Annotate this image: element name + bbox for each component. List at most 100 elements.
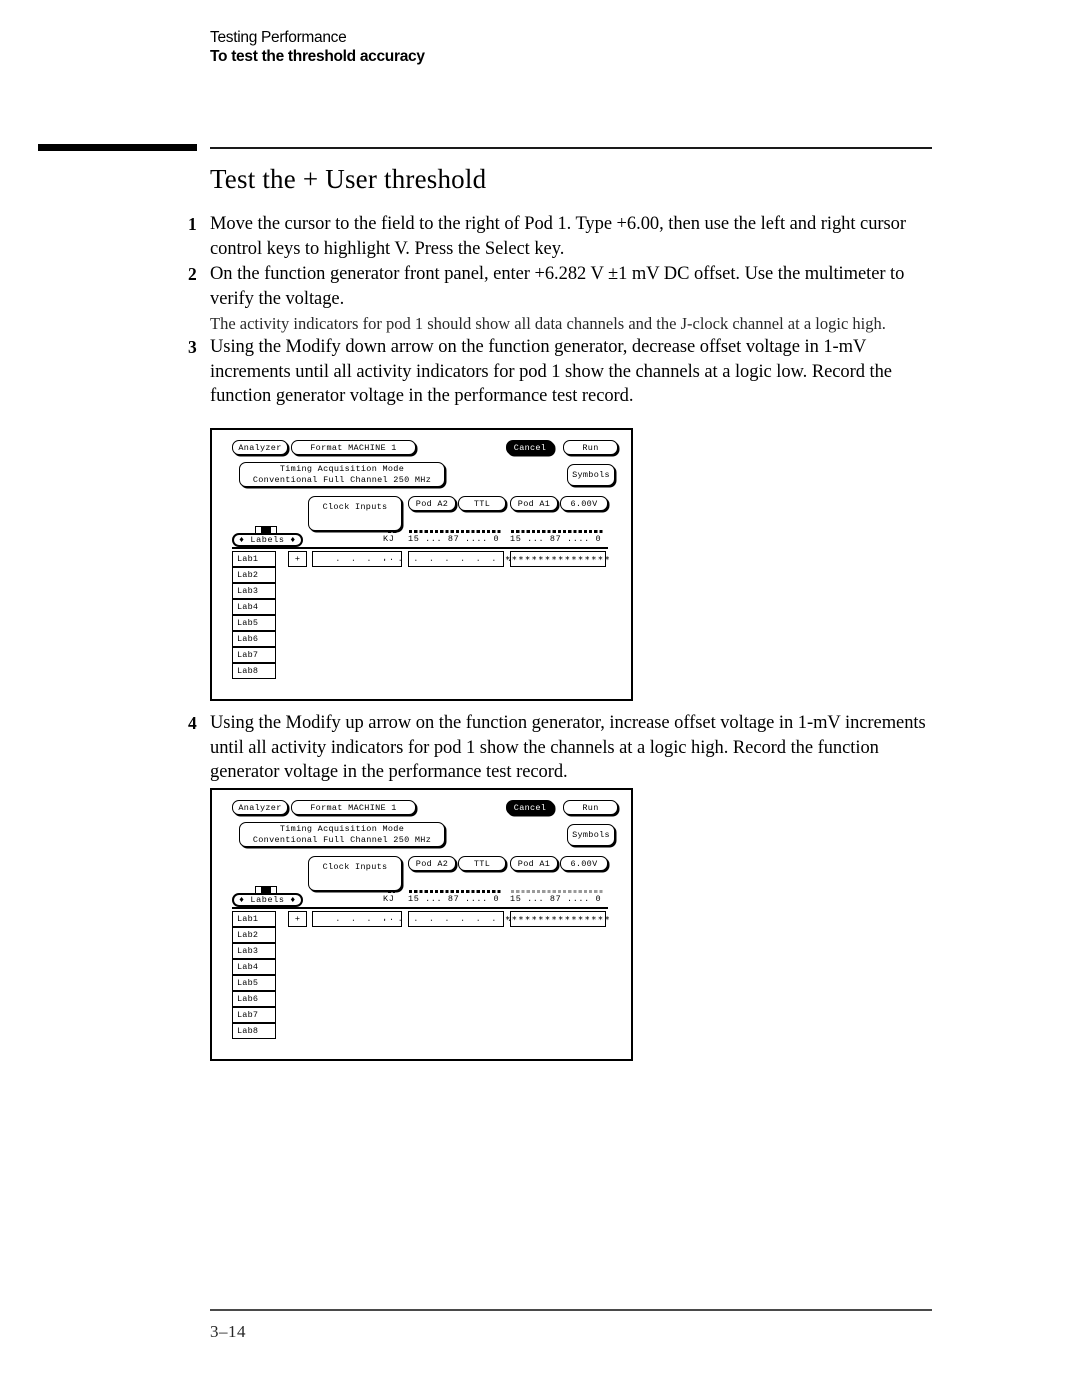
label-row-2[interactable]: Lab2 <box>232 927 276 943</box>
header-topic: To test the threshold accuracy <box>210 48 425 65</box>
label-row-5[interactable]: Lab5 <box>232 615 276 631</box>
step-1: 1 Move the cursor to the field to the ri… <box>186 212 934 261</box>
label-row-4[interactable]: Lab4 <box>232 959 276 975</box>
label-text: Lab5 <box>237 978 259 988</box>
label-text: Lab2 <box>237 930 259 940</box>
format-machine-button[interactable]: Format MACHINE 1 <box>291 440 416 455</box>
running-header: Testing Performance To test the threshol… <box>210 28 910 67</box>
step-number: 4 <box>188 713 197 733</box>
pod-a1-column-heading: 15 ... 87 .... 0 <box>510 534 602 544</box>
pod-a2-threshold-button[interactable]: TTL <box>458 856 506 871</box>
label-row-3[interactable]: Lab3 <box>232 943 276 959</box>
polarity-button[interactable]: + <box>288 911 307 927</box>
threshold-label: 6.00V <box>570 498 598 509</box>
pod-a1-threshold-button[interactable]: 6.00V <box>560 496 608 511</box>
symbols-label: Symbols <box>572 830 610 840</box>
analyzer-button[interactable]: Analyzer <box>232 440 288 455</box>
label-row-2[interactable]: Lab2 <box>232 567 276 583</box>
labels-label: ♦ Labels ♦ <box>238 535 296 545</box>
pod-a2-button[interactable]: Pod A2 <box>408 856 456 871</box>
footer-rule <box>210 1309 932 1311</box>
step-number: 3 <box>188 337 197 357</box>
pod-a1-activity-indicator: ∗∗∗∗∗∗∗∗∗∗∗∗∗∗∗∗ <box>505 913 611 924</box>
step-2-note: The activity indicators for pod 1 should… <box>210 314 886 333</box>
title-rule-bar <box>38 144 197 151</box>
column-header-divider <box>232 907 608 909</box>
polarity-button[interactable]: + <box>288 551 307 567</box>
step-2: 2 On the function generator front panel,… <box>186 262 934 311</box>
step-3: 3 Using the Modify down arrow on the fun… <box>186 335 934 409</box>
pod-a2-button[interactable]: Pod A2 <box>408 496 456 511</box>
analyzer-label: Analyzer <box>238 802 282 813</box>
step-text: Using the Modify down arrow on the funct… <box>210 337 892 406</box>
label-row-1[interactable]: Lab1 <box>232 911 276 927</box>
analyzer-label: Analyzer <box>238 442 282 453</box>
label-text: Lab3 <box>237 586 259 596</box>
ttl-label: TTL <box>473 498 491 509</box>
page-title: Test the + User threshold <box>210 164 487 194</box>
instrument-screen-figure-2: Analyzer Format MACHINE 1 Cancel Run Tim… <box>210 788 633 1061</box>
label-row-1[interactable]: Lab1 <box>232 551 276 567</box>
clock-inputs-button[interactable]: Clock Inputs <box>308 856 402 891</box>
pod-a1-button[interactable]: Pod A1 <box>510 496 558 511</box>
run-label: Run <box>582 802 599 813</box>
pod-a1-button[interactable]: Pod A1 <box>510 856 558 871</box>
polarity-label: + <box>294 554 301 564</box>
procedure-steps: 1 Move the cursor to the field to the ri… <box>186 212 934 410</box>
acquisition-mode-button[interactable]: Timing Acquisition Mode Conventional Ful… <box>239 822 445 847</box>
label-row-7[interactable]: Lab7 <box>232 1007 276 1023</box>
label-row-5[interactable]: Lab5 <box>232 975 276 991</box>
polarity-label: + <box>294 914 301 924</box>
acq-mode-value: Conventional Full Channel 250 MHz <box>252 834 432 845</box>
symbols-button[interactable]: Symbols <box>567 824 615 846</box>
label-row-6[interactable]: Lab6 <box>232 991 276 1007</box>
clock-inputs-button[interactable]: Clock Inputs <box>308 496 402 531</box>
step-number: 2 <box>188 264 197 284</box>
pod-a1-column-heading: 15 ... 87 .... 0 <box>510 894 602 904</box>
header-chapter: Testing Performance <box>210 29 347 46</box>
cancel-label: Cancel <box>513 802 547 813</box>
format-machine-button[interactable]: Format MACHINE 1 <box>291 800 416 815</box>
clock-assignment-bar <box>388 530 397 533</box>
run-button[interactable]: Run <box>563 440 618 455</box>
label-row-8[interactable]: Lab8 <box>232 1023 276 1039</box>
pod-a1-threshold-button[interactable]: 6.00V <box>560 856 608 871</box>
cancel-label: Cancel <box>513 442 547 453</box>
labels-button[interactable]: ♦ Labels ♦ <box>232 893 303 907</box>
label-text: Lab8 <box>237 1026 259 1036</box>
format-label: Format MACHINE 1 <box>310 442 397 453</box>
step-4: 4 Using the Modify up arrow on the funct… <box>186 711 934 785</box>
labels-button[interactable]: ♦ Labels ♦ <box>232 533 303 547</box>
label-row-8[interactable]: Lab8 <box>232 663 276 679</box>
label-text: Lab3 <box>237 946 259 956</box>
analyzer-button[interactable]: Analyzer <box>232 800 288 815</box>
acquisition-mode-button[interactable]: Timing Acquisition Mode Conventional Ful… <box>239 462 445 487</box>
label-text: Lab4 <box>237 602 259 612</box>
acq-mode-value: Conventional Full Channel 250 MHz <box>252 474 432 485</box>
clock-inputs-label: Clock Inputs <box>322 862 388 872</box>
pod-a1-activity-box[interactable]: ∗∗∗∗∗∗∗∗∗∗∗∗∗∗∗∗ <box>505 911 610 927</box>
label-row-3[interactable]: Lab3 <box>232 583 276 599</box>
pod-a1-activity-box[interactable]: ∗∗∗∗∗∗∗∗∗∗∗∗∗∗∗∗ <box>505 551 610 567</box>
step-text: On the function generator front panel, e… <box>210 264 905 309</box>
pod-a1-assignment-bar <box>511 530 603 533</box>
pod-a1-label: Pod A1 <box>517 498 551 509</box>
label-row-4[interactable]: Lab4 <box>232 599 276 615</box>
pod-a2-threshold-button[interactable]: TTL <box>458 496 506 511</box>
symbols-button[interactable]: Symbols <box>567 464 615 486</box>
pod-a1-activity-indicator: ∗∗∗∗∗∗∗∗∗∗∗∗∗∗∗∗ <box>505 553 611 564</box>
cancel-button[interactable]: Cancel <box>506 800 554 815</box>
cancel-button[interactable]: Cancel <box>506 440 554 455</box>
pod-a2-activity-box[interactable]: . . . . . . . . . . . . . . . . <box>335 911 575 927</box>
label-row-6[interactable]: Lab6 <box>232 631 276 647</box>
run-button[interactable]: Run <box>563 800 618 815</box>
pod-a2-activity-box[interactable]: . . . . . . . . . . . . . . . . <box>335 551 575 567</box>
label-text: Lab7 <box>237 1010 259 1020</box>
pod-a1-label: Pod A1 <box>517 858 551 869</box>
pod-a2-label: Pod A2 <box>415 858 449 869</box>
label-text: Lab7 <box>237 650 259 660</box>
label-row-7[interactable]: Lab7 <box>232 647 276 663</box>
clock-column-heading: KJ <box>383 894 395 904</box>
symbols-label: Symbols <box>572 470 610 480</box>
label-text: Lab1 <box>237 554 259 564</box>
